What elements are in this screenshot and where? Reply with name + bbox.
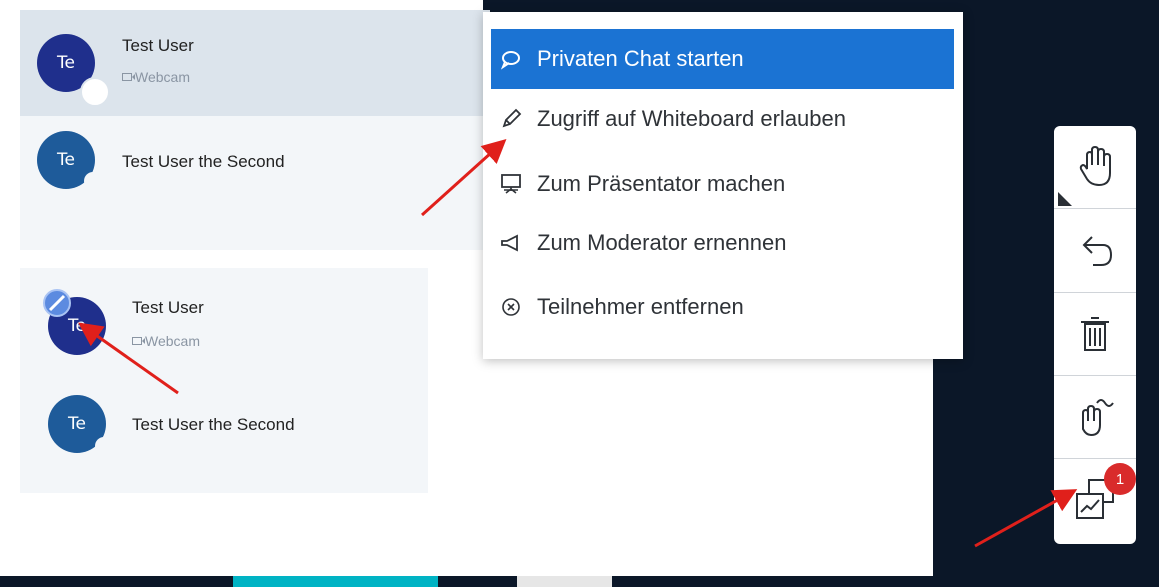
webcam-label: Webcam [135, 69, 190, 85]
megaphone-icon [499, 231, 523, 255]
avatar-initials: Te [68, 316, 86, 336]
menu-item-label: Teilnehmer entfernen [537, 294, 744, 319]
circle-x-icon [499, 295, 523, 319]
menu-item-label: Zugriff auf Whiteboard erlauben [537, 106, 846, 131]
multi-user-whiteboard-button[interactable] [1054, 376, 1136, 458]
hand-tool-button[interactable] [1054, 126, 1136, 208]
user-name[interactable]: Test User the Second [122, 152, 285, 172]
presentation-top-strip [483, 0, 933, 12]
user-webcam-status: Webcam [122, 69, 190, 85]
webcam-label: Webcam [145, 333, 200, 349]
user-context-menu: Privaten Chat starten Zugriff auf Whiteb… [483, 12, 963, 359]
undo-button[interactable] [1054, 210, 1136, 292]
trash-icon [1081, 317, 1109, 351]
pencil-icon [499, 107, 523, 131]
notification-badge: 1 [1104, 463, 1136, 495]
grey-bar-segment [517, 576, 612, 587]
chat-bubble-icon [499, 47, 523, 71]
avatar-initials: Te [68, 414, 86, 434]
undo-icon [1082, 236, 1113, 266]
whiteboard-access-badge [43, 289, 71, 317]
avatar-status-cutout [84, 172, 102, 190]
user-name: Test User [132, 298, 204, 317]
menu-item-private-chat[interactable]: Privaten Chat starten [491, 29, 954, 89]
avatar-initials: Te [57, 53, 75, 73]
presentation-screen-icon [499, 172, 523, 196]
submenu-indicator [1058, 192, 1072, 206]
clear-all-button[interactable] [1054, 293, 1136, 375]
menu-item-remove-participant[interactable]: Teilnehmer entfernen [491, 277, 954, 337]
webcam-icon [132, 337, 145, 345]
multi-user-hand-icon [1082, 399, 1114, 437]
bottom-action-bar [0, 576, 933, 587]
menu-item-make-moderator[interactable]: Zum Moderator ernennen [491, 213, 954, 273]
user-name[interactable]: Test User the Second [132, 415, 295, 435]
webcam-icon [122, 73, 135, 81]
user-name: Test User [122, 36, 194, 55]
hand-tool-icon [1079, 145, 1111, 187]
avatar-initials: Te [57, 150, 75, 170]
status-dot [80, 77, 110, 107]
menu-item-label: Zum Präsentator machen [537, 171, 786, 196]
menu-item-whiteboard-access[interactable]: Zugriff auf Whiteboard erlauben [491, 89, 954, 149]
user-webcam-status: Webcam [132, 333, 200, 349]
menu-item-label: Privaten Chat starten [537, 46, 744, 71]
menu-item-label: Zum Moderator ernennen [537, 230, 787, 255]
avatar-status-cutout [95, 437, 113, 455]
pencil-icon [48, 294, 66, 312]
menu-item-make-presenter[interactable]: Zum Präsentator machen [491, 154, 954, 214]
teal-bar-segment [233, 576, 438, 587]
user-list-panel-top [20, 10, 490, 250]
